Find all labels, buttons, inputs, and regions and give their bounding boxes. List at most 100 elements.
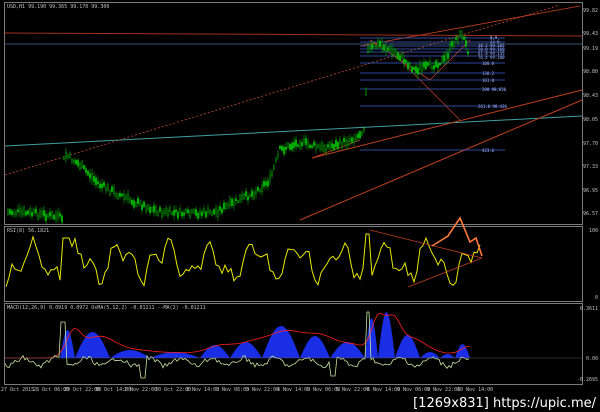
candle-body — [293, 141, 295, 149]
rsi-annotations[interactable] — [369, 216, 483, 288]
candle-body — [49, 211, 51, 217]
candle-body — [209, 209, 211, 214]
candle-body — [289, 143, 291, 150]
candle-body — [67, 155, 69, 158]
candle-body — [273, 165, 275, 169]
candle-body — [89, 173, 91, 179]
candle-body — [7, 209, 9, 215]
candle-body — [369, 46, 371, 49]
candle-body — [191, 209, 193, 213]
candle-body — [443, 55, 445, 62]
candle-body — [429, 61, 431, 66]
candle-body — [427, 62, 429, 66]
candle-body — [205, 211, 207, 218]
candle-body — [395, 50, 397, 57]
candle-body — [107, 184, 109, 190]
candle-body — [459, 31, 461, 37]
candle-body — [421, 64, 423, 72]
candle-body — [379, 40, 381, 47]
candle-body — [25, 211, 27, 216]
trading-chart[interactable] — [0, 0, 600, 412]
candle-body — [309, 144, 311, 148]
candle-body — [149, 206, 151, 214]
candle-body — [403, 58, 405, 64]
candle-body — [435, 60, 437, 68]
candle-body — [173, 209, 175, 216]
candle-body — [141, 204, 143, 211]
candle-body — [151, 207, 153, 212]
candle-body — [431, 66, 433, 69]
candle-body — [197, 212, 199, 219]
candle-body — [259, 189, 261, 192]
candle-body — [365, 88, 367, 95]
price-scale-label: 98.05 — [582, 117, 598, 123]
candle-body — [439, 62, 441, 66]
candle-body — [73, 159, 75, 163]
candle-body — [281, 145, 283, 151]
candle-body — [39, 210, 41, 217]
candle-body — [255, 190, 257, 195]
candle-body — [29, 208, 31, 216]
candle-body — [343, 138, 345, 143]
candle-body — [265, 181, 267, 186]
candle-body — [27, 210, 29, 215]
candle-body — [285, 146, 287, 150]
price-scale-label: 99.19 — [582, 46, 598, 52]
candle-body — [241, 194, 243, 200]
candle-body — [81, 161, 83, 168]
time-axis-label: 3 Nov 06:00 — [216, 387, 250, 393]
candle-body — [363, 128, 365, 131]
fib-label: 200 98.650 — [482, 87, 507, 92]
fib-label: 100.0 — [482, 61, 495, 66]
candle-body — [21, 209, 23, 216]
candle-body — [177, 212, 179, 219]
candle-body — [313, 141, 315, 146]
macd-scale-label: -0.2695 — [576, 377, 598, 383]
candle-body — [143, 201, 145, 207]
candle-body — [119, 193, 121, 197]
candle-body — [269, 174, 271, 181]
candle-body — [423, 62, 425, 68]
candle-body — [315, 144, 317, 150]
candle-body — [181, 212, 183, 217]
candle-body — [163, 210, 165, 214]
price-scale-label: 97.70 — [582, 141, 598, 147]
candle-body — [367, 46, 369, 52]
candle-body — [155, 206, 157, 214]
candle-body — [389, 46, 391, 51]
watermark-link[interactable]: [1269x831] https://upic.me/ — [409, 395, 600, 412]
time-axis-label: 27 Oct 2015 — [1, 387, 35, 393]
candle-body — [203, 208, 205, 214]
candle-body — [127, 193, 129, 200]
candle-body — [227, 203, 229, 207]
price-scale-label: 99.82 — [582, 8, 598, 14]
candle-body — [193, 209, 195, 214]
candle-body — [325, 148, 327, 151]
rsi-scale-label: 100 — [588, 228, 598, 234]
candle-body — [351, 137, 353, 143]
candle-body — [145, 206, 147, 212]
candle-body — [217, 210, 219, 217]
candle-body — [311, 145, 313, 148]
candle-body — [419, 64, 421, 70]
candle-body — [327, 144, 329, 148]
candle-body — [221, 208, 223, 214]
candle-body — [405, 59, 407, 63]
candle-body — [185, 208, 187, 213]
candle-body — [85, 168, 87, 173]
candle-body — [51, 211, 53, 219]
fib-label: 261.8 98.420 — [478, 104, 507, 109]
candle-body — [319, 145, 321, 150]
candle-body — [445, 53, 447, 61]
candle-body — [109, 190, 111, 196]
candle-body — [121, 193, 123, 197]
candle-body — [321, 142, 323, 150]
candle-body — [291, 143, 293, 150]
candle-body — [53, 214, 55, 220]
candle-body — [399, 55, 401, 61]
candle-body — [41, 211, 43, 215]
candle-body — [397, 52, 399, 60]
candle-body — [139, 200, 141, 205]
candle-body — [451, 41, 453, 47]
candle-body — [441, 56, 443, 63]
